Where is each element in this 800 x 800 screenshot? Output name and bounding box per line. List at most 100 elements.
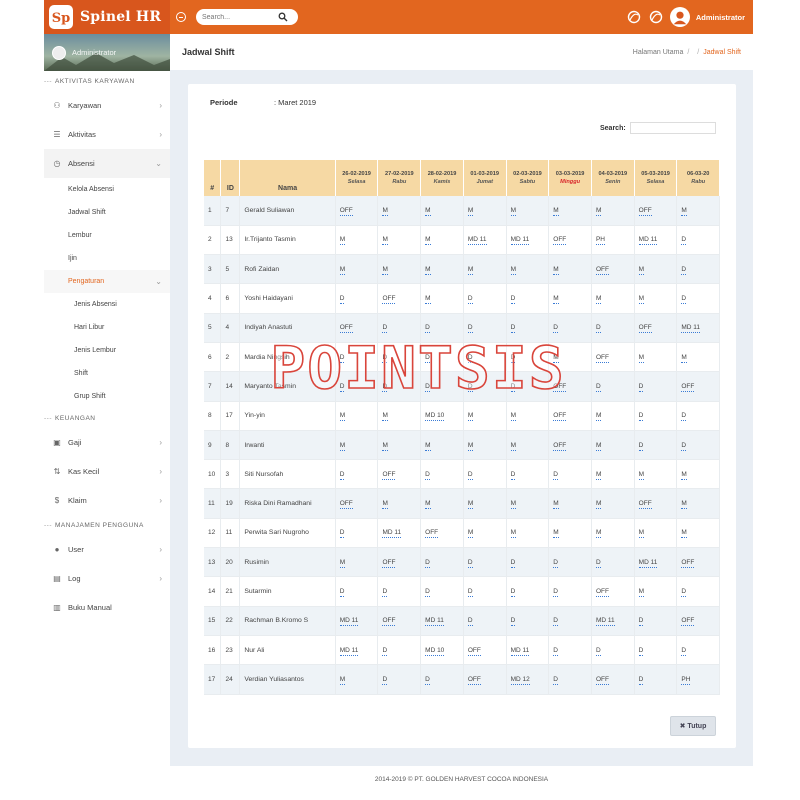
shift-code[interactable]: M: [467, 441, 474, 451]
shift-cell[interactable]: D: [463, 371, 507, 402]
shift-cell[interactable]: OFF: [634, 313, 678, 343]
shift-cell[interactable]: OFF: [634, 196, 678, 226]
shift-cell[interactable]: D: [377, 342, 422, 373]
shift-cell[interactable]: OFF: [591, 576, 635, 607]
shift-code[interactable]: PH: [681, 675, 691, 685]
menu-toggle-icon[interactable]: [176, 12, 186, 22]
shift-code[interactable]: PH: [595, 236, 605, 246]
shift-cell[interactable]: D: [591, 371, 635, 402]
shift-code[interactable]: M: [681, 353, 687, 363]
shift-cell[interactable]: D: [377, 635, 422, 666]
shift-code[interactable]: M: [510, 206, 516, 216]
shift-cell[interactable]: M: [420, 488, 464, 519]
shift-code[interactable]: M: [595, 412, 602, 422]
shift-cell[interactable]: D: [335, 283, 379, 314]
shift-code[interactable]: M: [510, 412, 516, 422]
sidebar-item-ijin[interactable]: Ijin: [44, 247, 170, 270]
shift-cell[interactable]: M: [591, 283, 635, 314]
shift-cell[interactable]: OFF: [591, 664, 635, 695]
shift-cell[interactable]: M: [676, 196, 720, 226]
shift-code[interactable]: D: [510, 324, 516, 334]
shift-cell[interactable]: MD 12: [506, 664, 550, 695]
shift-cell[interactable]: D: [548, 635, 592, 666]
shift-cell[interactable]: M: [335, 430, 379, 461]
shift-code[interactable]: OFF: [681, 382, 695, 392]
shift-code[interactable]: M: [595, 441, 602, 451]
shift-cell[interactable]: MD 11: [335, 635, 379, 666]
shift-cell[interactable]: M: [335, 254, 379, 285]
shift-code[interactable]: D: [681, 588, 687, 597]
shift-cell[interactable]: D: [335, 576, 379, 607]
shift-cell[interactable]: D: [676, 576, 720, 607]
shift-cell[interactable]: D: [463, 342, 507, 373]
shift-code[interactable]: D: [553, 588, 558, 597]
sidebar-item-hari-libur[interactable]: Hari Libur: [44, 316, 170, 339]
shift-cell[interactable]: D: [634, 401, 678, 431]
shift-code[interactable]: D: [510, 588, 516, 597]
shift-code[interactable]: M: [553, 500, 559, 510]
shift-code[interactable]: M: [638, 588, 645, 597]
shift-cell[interactable]: OFF: [335, 488, 379, 519]
shift-code[interactable]: OFF: [382, 295, 396, 305]
shift-code[interactable]: D: [339, 353, 345, 363]
shift-cell[interactable]: OFF: [420, 518, 464, 549]
shift-code[interactable]: MD 11: [638, 236, 658, 246]
shift-code[interactable]: D: [425, 382, 430, 392]
shift-cell[interactable]: OFF: [548, 225, 592, 256]
shift-code[interactable]: D: [681, 441, 687, 451]
shift-code[interactable]: M: [681, 500, 687, 510]
shift-cell[interactable]: M: [634, 254, 678, 285]
sidebar-item-jenis-absensi[interactable]: Jenis Absensi: [44, 293, 170, 316]
shift-code[interactable]: OFF: [638, 206, 652, 216]
shift-code[interactable]: M: [638, 295, 645, 305]
shift-cell[interactable]: MD 11: [634, 225, 678, 256]
shift-code[interactable]: M: [681, 470, 687, 480]
shift-code[interactable]: D: [638, 382, 644, 392]
shift-cell[interactable]: D: [676, 401, 720, 431]
shift-code[interactable]: OFF: [681, 558, 695, 568]
shift-code[interactable]: D: [681, 646, 687, 656]
shift-code[interactable]: D: [382, 675, 388, 685]
shift-code[interactable]: D: [467, 353, 473, 363]
shift-code[interactable]: M: [553, 265, 559, 275]
shift-cell[interactable]: M: [548, 283, 592, 314]
shift-cell[interactable]: MD 11: [591, 606, 635, 636]
shift-code[interactable]: OFF: [339, 324, 353, 334]
sidebar-item-karyawan[interactable]: ⚇ Karyawan ›: [44, 91, 170, 120]
shift-cell[interactable]: M: [506, 430, 550, 461]
shift-cell[interactable]: M: [591, 488, 635, 519]
shift-code[interactable]: D: [339, 529, 345, 539]
sidebar-item-buku-manual[interactable]: ▥ Buku Manual: [44, 593, 170, 622]
shift-cell[interactable]: M: [548, 196, 592, 226]
shift-code[interactable]: M: [339, 236, 346, 246]
shift-code[interactable]: M: [382, 441, 388, 451]
shift-cell[interactable]: D: [591, 635, 635, 666]
shift-code[interactable]: D: [339, 382, 345, 392]
shift-code[interactable]: MD 12: [510, 675, 530, 685]
shift-cell[interactable]: MD 11: [335, 606, 379, 636]
shift-cell[interactable]: D: [377, 371, 422, 402]
shift-code[interactable]: OFF: [595, 588, 609, 597]
shift-code[interactable]: M: [425, 441, 431, 451]
shift-cell[interactable]: M: [548, 518, 592, 549]
shift-cell[interactable]: OFF: [676, 371, 720, 402]
shift-code[interactable]: OFF: [595, 265, 609, 275]
shift-cell[interactable]: D: [634, 430, 678, 461]
shift-cell[interactable]: OFF: [335, 313, 379, 343]
shift-code[interactable]: D: [553, 617, 558, 627]
shift-cell[interactable]: M: [506, 401, 550, 431]
shift-code[interactable]: OFF: [595, 353, 609, 363]
shift-code[interactable]: D: [553, 558, 558, 568]
shift-code[interactable]: M: [467, 500, 474, 510]
shift-cell[interactable]: D: [420, 576, 464, 607]
shift-cell[interactable]: OFF: [548, 371, 592, 402]
shift-code[interactable]: D: [382, 646, 388, 656]
shift-cell[interactable]: OFF: [676, 547, 720, 578]
shift-code[interactable]: MD 11: [638, 558, 658, 568]
sidebar-item-kelola-absensi[interactable]: Kelola Absensi: [44, 178, 170, 201]
sidebar-item-gaji[interactable]: ▣ Gaji ›: [44, 428, 170, 457]
shift-cell[interactable]: OFF: [377, 606, 422, 636]
shift-code[interactable]: M: [681, 529, 687, 539]
shift-cell[interactable]: M: [377, 401, 422, 431]
shift-cell[interactable]: M: [676, 518, 720, 549]
